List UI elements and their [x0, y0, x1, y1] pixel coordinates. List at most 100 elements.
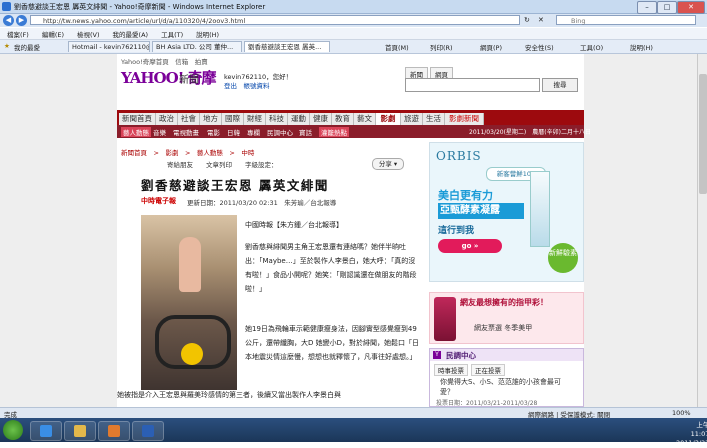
- site-search-input[interactable]: [405, 78, 540, 92]
- system-clock[interactable]: 上午 11:07 2011/3/22: [676, 421, 707, 448]
- forward-icon[interactable]: ▶: [16, 15, 27, 26]
- taskbar-word-icon[interactable]: [132, 421, 164, 441]
- sub-celebs[interactable]: 藝人動態: [121, 127, 151, 137]
- yahoo-y-icon: Y: [433, 351, 441, 359]
- orbis-ad[interactable]: ORBIS 新客嘗鮮100 美白更有力 亞甄酵素凝露 這行到我 go » 新鮮驗…: [429, 142, 584, 282]
- cat-sports[interactable]: 運動: [288, 113, 310, 125]
- photo-figure: [179, 237, 201, 292]
- window-titlebar: 劉香慈避談王宏恩 羼英文緋聞 - Yahoo!奇摩新聞 - Windows In…: [0, 0, 707, 14]
- close-button[interactable]: ✕: [677, 1, 705, 14]
- sub-hot[interactable]: 灌籠熱點: [319, 127, 349, 137]
- nail-ad[interactable]: 網友最想擁有的指甲彩！ 網友票選 冬季美甲: [429, 292, 584, 344]
- menu-file[interactable]: 檔案(F): [7, 29, 29, 39]
- tab-bh-asia[interactable]: BH Asia LTD. 公司 董仲...: [152, 41, 242, 52]
- cat-arts[interactable]: 藝文: [354, 113, 376, 125]
- taskbar-media-icon[interactable]: [98, 421, 130, 441]
- article-tools[interactable]: 寄給朋友 文章列印 字級設定：: [167, 159, 278, 169]
- right-rail: ORBIS 新客嘗鮮100 美白更有力 亞甄酵素凝露 這行到我 go » 新鮮驗…: [429, 142, 584, 407]
- sub-talk[interactable]: 寶話: [299, 127, 312, 137]
- cat-ent-news[interactable]: 影劇新聞: [445, 113, 484, 125]
- safety-button[interactable]: 安全性(S): [525, 42, 554, 52]
- help-button[interactable]: 說明(H): [630, 42, 653, 52]
- scrollbar-thumb[interactable]: [699, 74, 707, 194]
- tools-button[interactable]: 工具(O): [580, 42, 603, 52]
- poll-title: 民調中心: [446, 351, 476, 360]
- search-input[interactable]: Bing: [556, 15, 696, 25]
- poll-tab-open[interactable]: 正在投票: [471, 364, 505, 376]
- ad-brand: ORBIS: [436, 149, 482, 163]
- yahoo-news-page: Yahoo!奇摩首頁 信箱 拍賣 YAHOO! 奇摩 新聞 kevin76211…: [117, 54, 591, 407]
- cat-tech[interactable]: 科技: [266, 113, 288, 125]
- menu-view[interactable]: 檢視(V): [77, 29, 100, 39]
- vertical-scrollbar[interactable]: [697, 54, 707, 407]
- taskbar: 上午 11:07 2011/3/22: [0, 418, 707, 447]
- sub-movies[interactable]: 電影: [207, 127, 220, 137]
- sub-column[interactable]: 專欄: [247, 127, 260, 137]
- lipstick-icon: [434, 297, 456, 341]
- date-label: 2011/03/20(星期二) 農曆(辛卯)二月十八日: [469, 129, 591, 136]
- ie-icon: [2, 2, 11, 11]
- cat-health[interactable]: 健康: [310, 113, 332, 125]
- article-dateline: 更新日期：2011/03/20 02:31 朱芳瑜／台北報導: [187, 199, 337, 207]
- start-button[interactable]: [3, 420, 23, 440]
- favorites-button[interactable]: 我的最愛: [14, 42, 40, 52]
- sub-jk[interactable]: 日韓: [227, 127, 240, 137]
- breadcrumb[interactable]: 新聞首頁 > 影劇 > 藝人動態 > 中時: [121, 147, 254, 157]
- user-links[interactable]: 登出 帳號資料: [224, 80, 270, 90]
- menu-tools[interactable]: 工具(T): [161, 29, 183, 39]
- photo-wheel: [181, 343, 203, 365]
- cat-local[interactable]: 地方: [200, 113, 222, 125]
- page-button[interactable]: 網頁(P): [480, 42, 502, 52]
- menu-help[interactable]: 說明(H): [196, 29, 219, 39]
- source-logo: 中時電子報: [141, 197, 176, 205]
- cat-travel[interactable]: 旅遊: [401, 113, 423, 125]
- poll-tab-current[interactable]: 時事投票: [434, 364, 468, 376]
- yahoo-logo[interactable]: YAHOO! 奇摩: [121, 67, 216, 88]
- poll-dates: 投票日期：2011/03/21-2011/03/28: [436, 400, 538, 407]
- cat-entertainment[interactable]: 影劇: [376, 113, 401, 125]
- poll-header: Y 民調中心: [430, 349, 583, 361]
- ad-line2: 亞甄酵素凝露: [438, 203, 524, 219]
- home-button[interactable]: 首頁(M): [385, 42, 409, 52]
- tab-hotmail[interactable]: Hotmail - kevin762110@...: [68, 41, 150, 52]
- sub-poll[interactable]: 民調中心: [267, 127, 293, 137]
- share-button[interactable]: 分享 ▾: [372, 158, 404, 170]
- url-input[interactable]: http://tw.news.yahoo.com/article/url/d/a…: [30, 15, 520, 25]
- cat-life[interactable]: 生活: [423, 113, 445, 125]
- taskbar-folder-icon[interactable]: [64, 421, 96, 441]
- taskbar-ie-icon[interactable]: [30, 421, 62, 441]
- top-links[interactable]: Yahoo!奇摩首頁 信箱 拍賣: [121, 56, 208, 66]
- cat-society[interactable]: 社會: [178, 113, 200, 125]
- article-paragraph-3: 她被指是介入王宏恩與羅美玲感情的第三者，後續又當出製作人李景白與: [117, 391, 341, 399]
- tab-current-article[interactable]: 劉香慈避談王宏恩 羼英...: [244, 41, 330, 52]
- print-button[interactable]: 列印(R): [430, 42, 453, 52]
- zoom-level[interactable]: 100%: [672, 409, 691, 417]
- sub-tv[interactable]: 電視動畫: [173, 127, 199, 137]
- product-bottle-icon: [530, 171, 550, 247]
- cat-politics[interactable]: 政治: [156, 113, 178, 125]
- clock-date: 2011/3/22: [676, 439, 707, 447]
- cat-finance[interactable]: 財經: [244, 113, 266, 125]
- article-paragraph-2: 她19日為飛輪車示範健康瘦身法，因腳實型感覺瘦到49公斤，還帶纖胸，大D 她變小…: [245, 325, 420, 361]
- page-viewport: Yahoo!奇摩首頁 信箱 拍賣 YAHOO! 奇摩 新聞 kevin76211…: [0, 54, 707, 407]
- stop-icon[interactable]: ✕: [538, 16, 544, 24]
- poll-question[interactable]: 你覺得大S、小S、范范誰的小孩會最可愛？: [440, 377, 570, 397]
- cat-international[interactable]: 國際: [222, 113, 244, 125]
- cat-education[interactable]: 教育: [332, 113, 354, 125]
- site-search-button[interactable]: 搜尋: [542, 78, 578, 92]
- sub-nav: 藝人動態 音樂 電視動畫 電影 日韓 專欄 民調中心 寶話 灌籠熱點 2011/…: [117, 125, 591, 138]
- star-icon[interactable]: ★: [4, 42, 10, 50]
- article-headline: 劉香慈避談王宏恩 羼英文緋聞: [141, 178, 329, 193]
- clock-time: 上午 11:07: [690, 421, 707, 438]
- sub-music[interactable]: 音樂: [153, 127, 166, 137]
- menu-favorites[interactable]: 我的最愛(A): [113, 29, 149, 39]
- minimize-button[interactable]: –: [637, 1, 657, 14]
- article-photo[interactable]: [141, 215, 237, 390]
- menu-edit[interactable]: 編輯(E): [42, 29, 64, 39]
- ad-go-button[interactable]: go »: [438, 239, 502, 253]
- back-icon[interactable]: ◀: [3, 15, 14, 26]
- maximize-button[interactable]: □: [657, 1, 677, 14]
- ad2-headline: 網友最想擁有的指甲彩！: [460, 298, 548, 307]
- refresh-icon[interactable]: ↻: [524, 16, 530, 24]
- cat-home[interactable]: 新聞首頁: [119, 113, 156, 125]
